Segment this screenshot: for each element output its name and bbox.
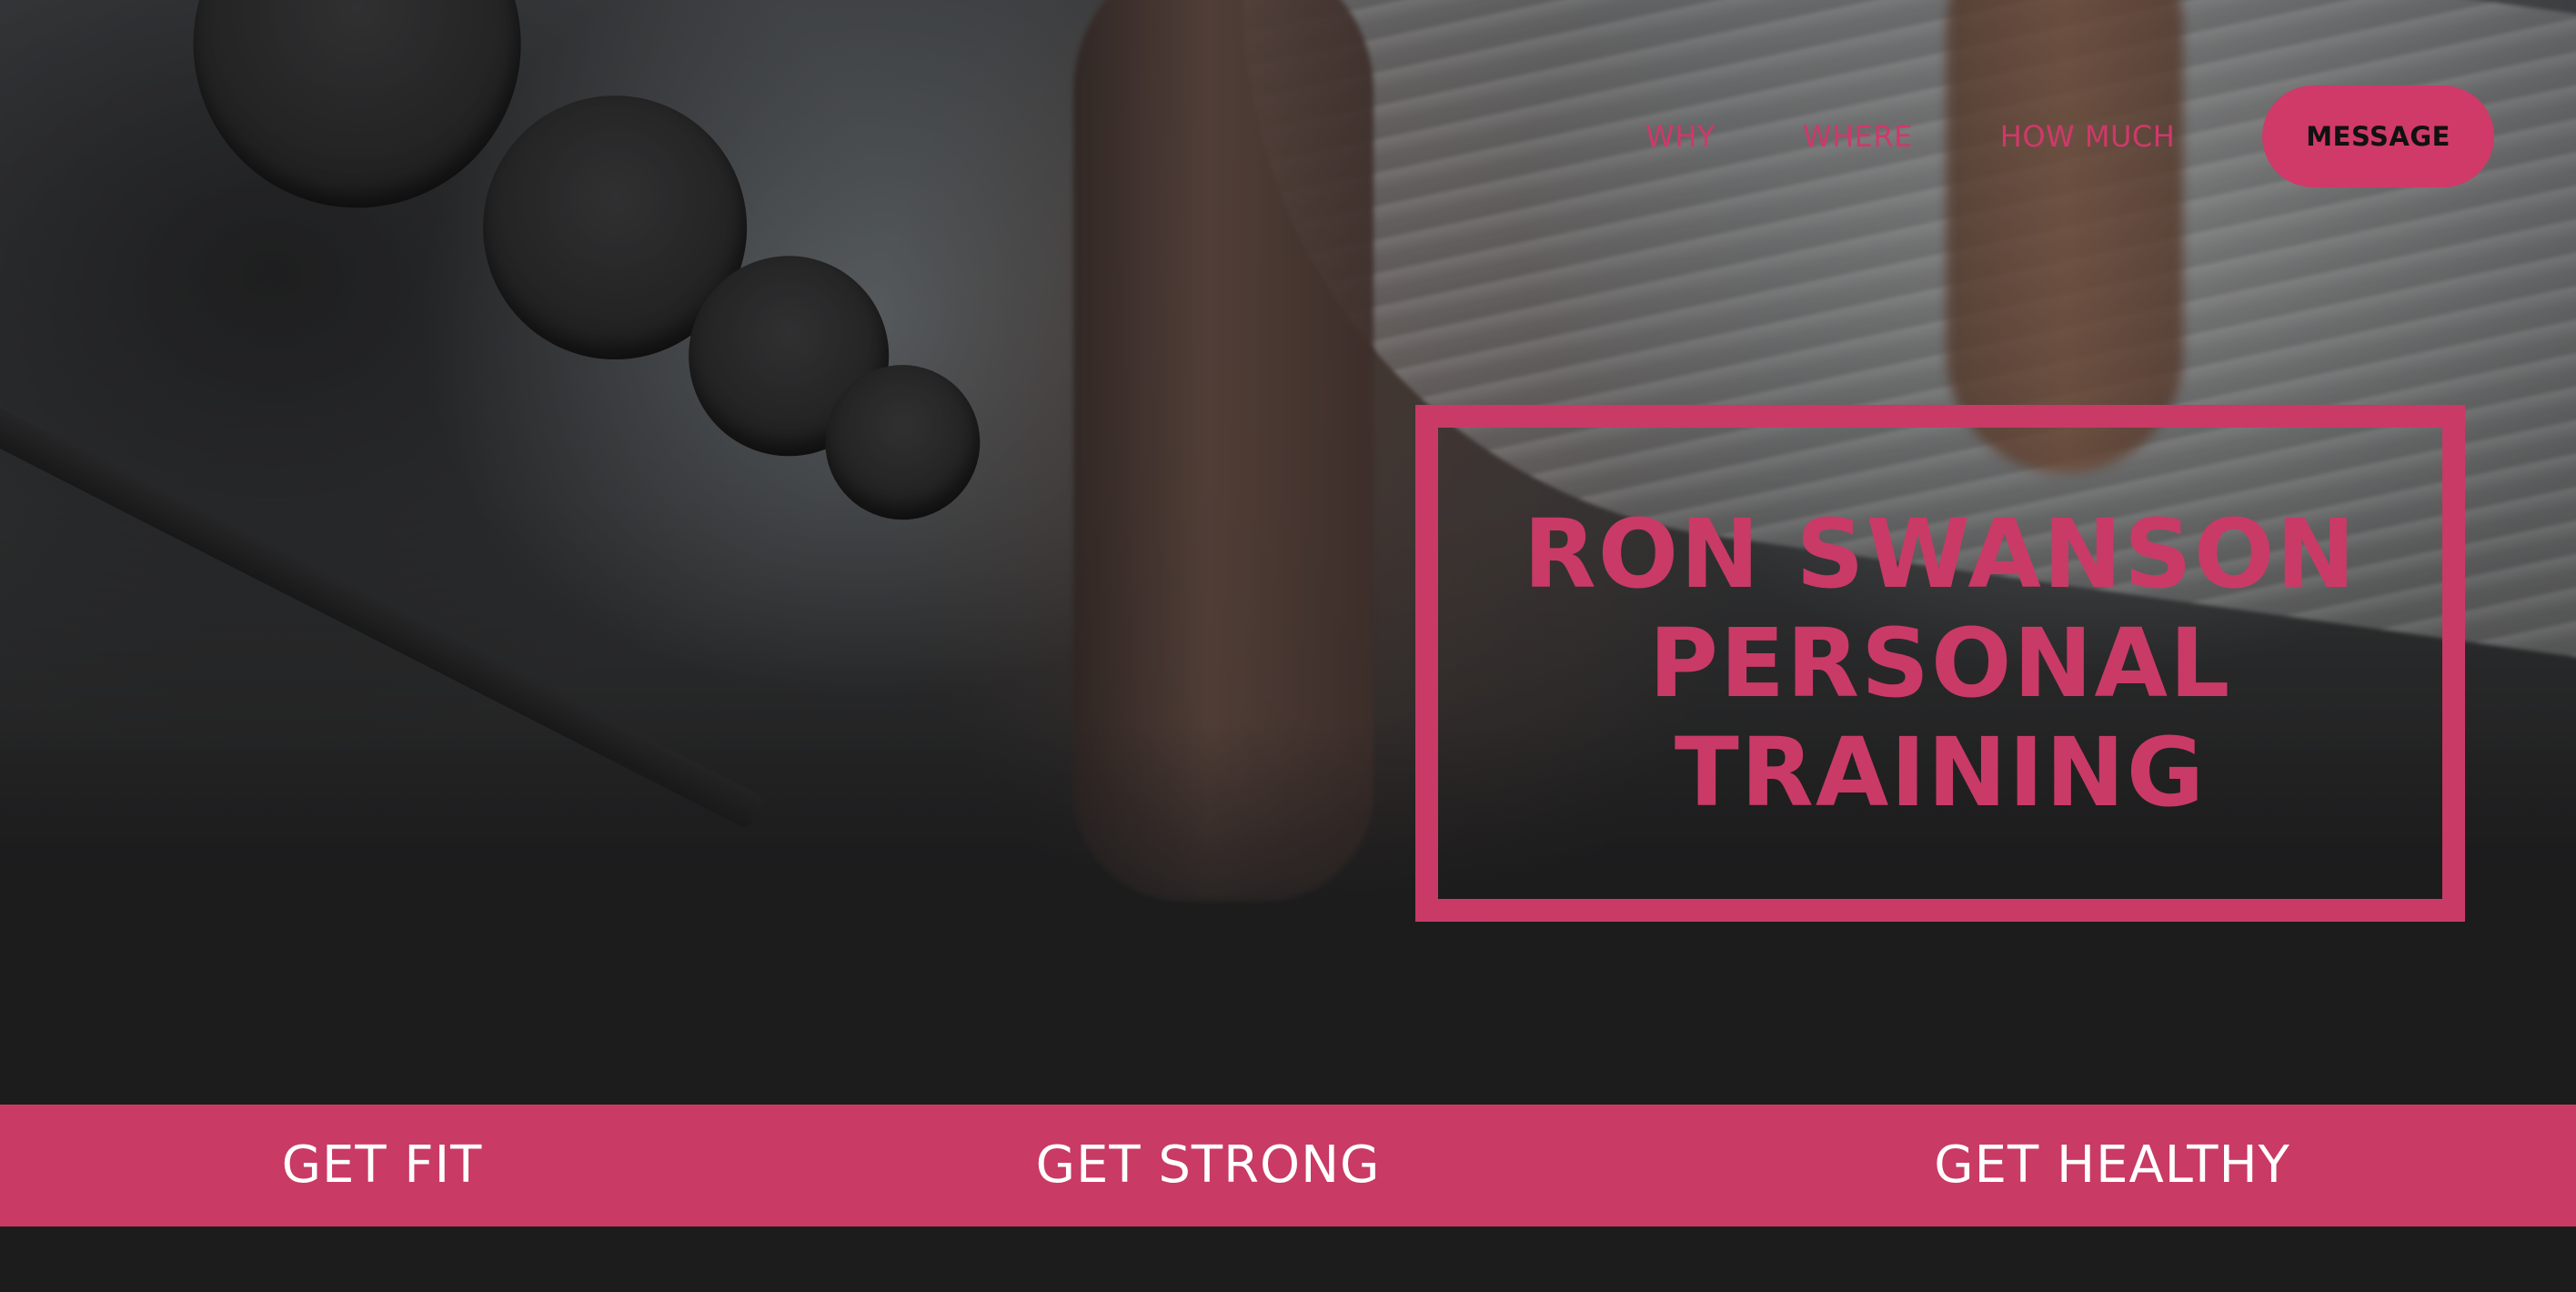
top-navigation: WHY WHERE HOW MUCH MESSAGE — [1645, 86, 2494, 187]
nav-link-how-much[interactable]: HOW MUCH — [2000, 119, 2176, 154]
hero-title-line-3: TRAINING — [1674, 717, 2207, 828]
nav-link-why[interactable]: WHY — [1645, 119, 1716, 154]
message-button[interactable]: MESSAGE — [2262, 86, 2494, 187]
nav-link-where[interactable]: WHERE — [1803, 119, 1913, 154]
tagline-get-fit: GET FIT — [281, 1136, 483, 1195]
tagline-get-strong: GET STRONG — [1035, 1136, 1381, 1195]
hero-title-line-2: PERSONAL — [1648, 608, 2232, 719]
hero-title-box: RON SWANSON PERSONAL TRAINING — [1415, 405, 2465, 922]
hero-title-line-1: RON SWANSON — [1523, 499, 2358, 610]
tagline-get-healthy: GET HEALTHY — [1934, 1136, 2290, 1195]
page: WHY WHERE HOW MUCH MESSAGE RON SWANSON P… — [0, 0, 2576, 1292]
tagline-band: GET FIT GET STRONG GET HEALTHY — [0, 1105, 2576, 1226]
